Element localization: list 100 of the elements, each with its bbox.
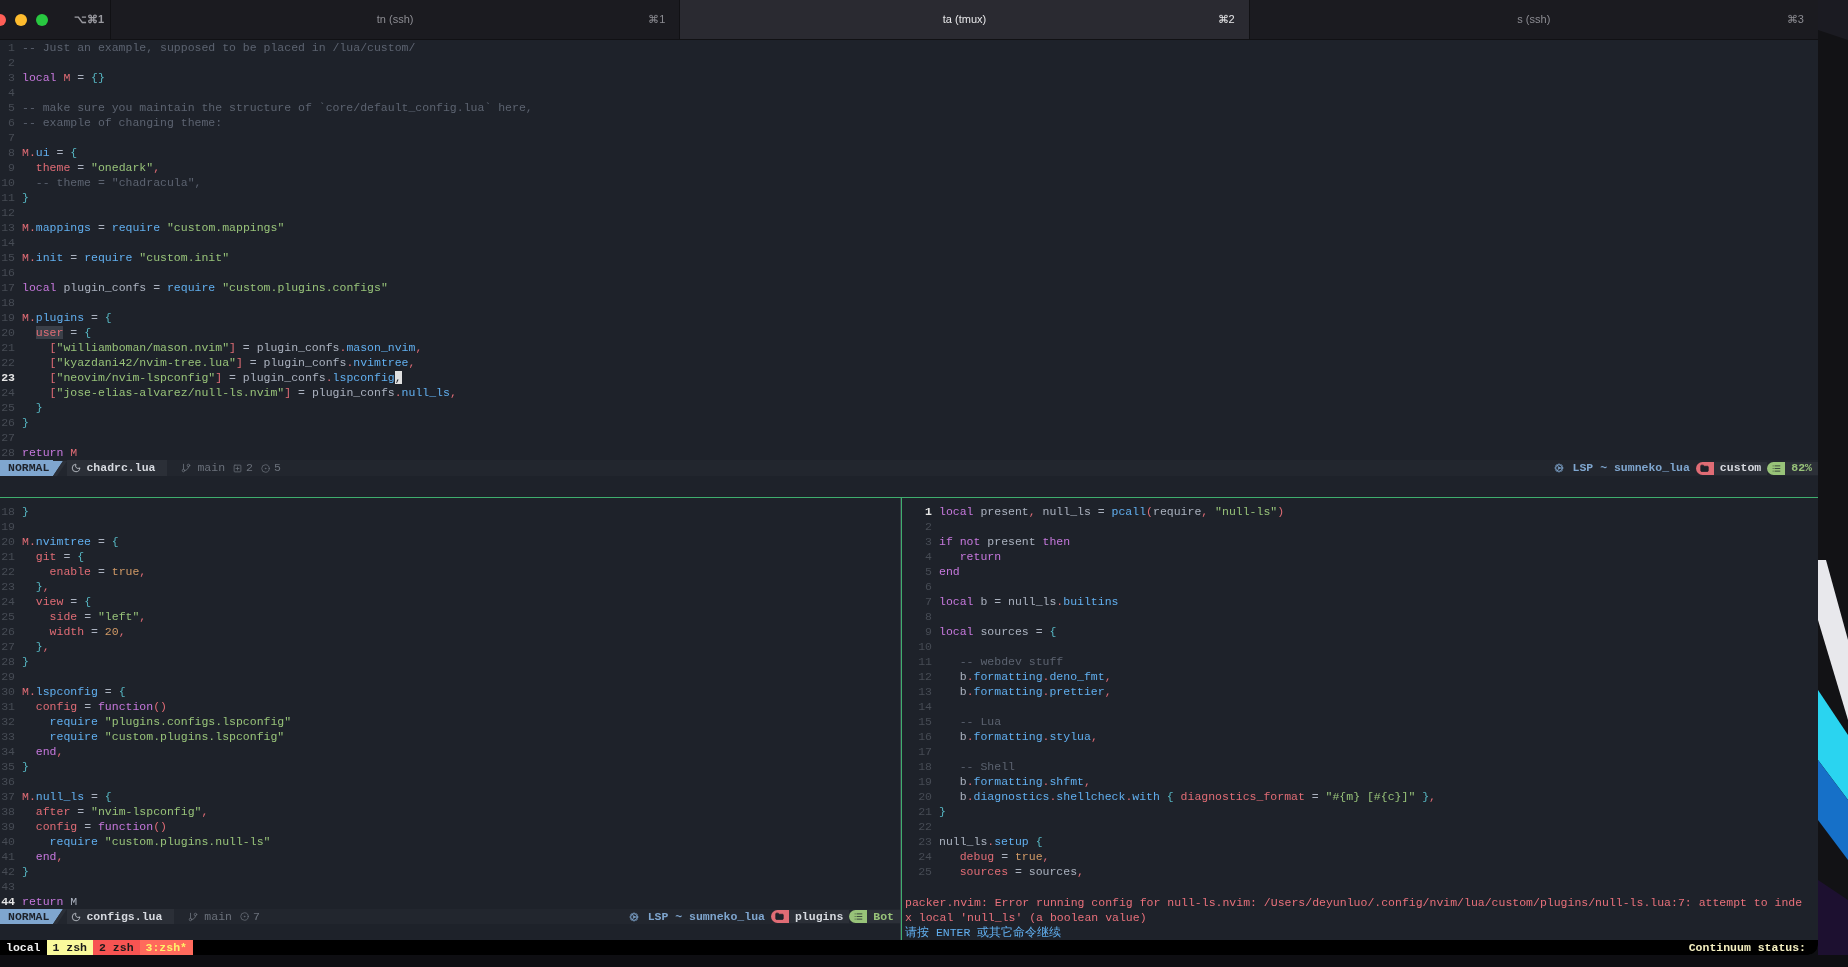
- code-line: M.lspconfig = {: [22, 683, 126, 700]
- code-line: return M: [22, 444, 78, 461]
- code-line: -- example of changing theme:: [22, 114, 223, 131]
- code-line: user = {: [34, 324, 92, 341]
- code-line: }: [22, 758, 29, 775]
- gear-icon: [1553, 463, 1564, 473]
- code-line: theme = "onedark",: [34, 159, 161, 176]
- error-message: packer.nvim: Error running config for null-ls.nvim: /Users/deyunluo/.config/nvim/lua/custom/plugins/null-ls.lua:7: attempt to inde: [904, 895, 1804, 909]
- code-line: -- Lua: [958, 713, 1002, 730]
- code-line: -- theme = "chadracula",: [34, 174, 202, 191]
- code-line: view = {: [34, 593, 92, 610]
- code-line: ["neovim/nvim-lspconfig"] = plugin_confs.lspconfig,: [48, 369, 402, 386]
- code-line: ["kyazdani42/nvim-tree.lua"] = plugin_confs.nvimtree,: [48, 354, 416, 371]
- code-line: b.diagnostics.shellcheck.with { diagnostics_format = "#{m} [#{c}]" },: [958, 788, 1436, 805]
- code-line: M.plugins = {: [22, 309, 112, 326]
- error-message: x local 'null_ls' (a boolean value): [904, 910, 1148, 924]
- code-line: ["williamboman/mason.nvim"] = plugin_confs.mason_nvim,: [48, 339, 423, 356]
- tab-shortcut: ⌘3: [1786, 12, 1805, 28]
- code-line: M.init = require "custom.init": [22, 249, 230, 266]
- code-line: },: [34, 578, 50, 595]
- continuum-status: Continuum status:: [1688, 939, 1807, 955]
- git-branch-icon: [188, 911, 199, 922]
- tab-shortcut: ⌘1: [648, 12, 667, 28]
- code-line: if not present then: [939, 533, 1071, 550]
- code-line: null_ls.setup {: [939, 833, 1043, 850]
- cursor-position: 82%: [1785, 461, 1818, 475]
- gear-icon: [628, 911, 639, 922]
- file-name: configs.lua: [86, 908, 163, 925]
- code-line: local b = null_ls.builtins: [939, 593, 1119, 610]
- tmux-window-tab[interactable]: 2 zsh: [93, 940, 140, 955]
- moon-icon: [71, 911, 82, 922]
- diagnostic-count: 5: [273, 460, 281, 477]
- file-name: chadrc.lua: [86, 460, 156, 477]
- line-number: 44: [0, 893, 15, 910]
- code-line: end: [939, 563, 960, 580]
- tab-title: tn (ssh): [376, 12, 414, 28]
- code-line: debug = true,: [958, 848, 1050, 865]
- moon-icon: [71, 463, 82, 473]
- code-line: }: [22, 653, 29, 670]
- code-line: enable = true,: [48, 563, 147, 580]
- code-line: local sources = {: [939, 623, 1057, 640]
- terminal-tab[interactable]: ta (tmux) ⌘2: [679, 0, 1249, 39]
- code-line: }: [22, 863, 29, 880]
- tab-title: ta (tmux): [942, 12, 987, 28]
- code-line: }: [22, 503, 29, 520]
- code-line: }: [34, 399, 43, 416]
- code-line: }: [22, 414, 29, 431]
- code-line: after = "nvim-lspconfig",: [34, 803, 209, 820]
- code-line: },: [34, 638, 50, 655]
- diagnostic-count: 2: [246, 460, 253, 477]
- directory-name: custom: [1713, 461, 1768, 475]
- line-number: 1: [924, 503, 932, 520]
- code-line: -- Just an example, supposed to be placed in /lua/custom/: [22, 39, 416, 56]
- session-name: local: [5, 939, 42, 955]
- code-line: -- make sure you maintain the structure of `core/default_config.lua` here,: [22, 99, 533, 116]
- code-line: local present, null_ls = pcall(require, "null-ls"): [939, 503, 1285, 520]
- line-number: 23: [0, 369, 15, 386]
- minimize-button[interactable]: [15, 13, 27, 26]
- code-line: b.formatting.prettier,: [958, 683, 1112, 700]
- code-line: require "custom.plugins.lspconfig": [48, 728, 285, 745]
- code-line: return: [958, 548, 1002, 565]
- git-branch-icon: [181, 463, 192, 473]
- directory-name: plugins: [788, 910, 850, 923]
- git-branch: main: [204, 908, 232, 925]
- code-line: -- webdev stuff: [958, 653, 1064, 670]
- code-line: b.formatting.deno_fmt,: [958, 668, 1112, 685]
- code-line: ["jose-elias-alvarez/null-ls.nvim"] = plugin_confs.null_ls,: [48, 384, 457, 401]
- code-line: M.nvimtree = {: [22, 533, 119, 550]
- code-line: -- Shell: [958, 758, 1015, 775]
- code-line: config = function(): [34, 818, 167, 835]
- code-line: require "plugins.configs.lspconfig": [48, 713, 292, 730]
- code-line: M.ui = {: [22, 144, 78, 161]
- code-line: width = 20,: [48, 623, 126, 640]
- code-line: M.null_ls = {: [22, 788, 112, 805]
- git-branch: main: [197, 460, 226, 477]
- code-line: M.mappings = require "custom.mappings": [22, 219, 285, 236]
- cursor-position: Bot: [867, 910, 900, 923]
- maximize-button[interactable]: [36, 13, 48, 26]
- code-line: local plugin_confs = require "custom.plugins.configs": [22, 279, 388, 296]
- code-line: end,: [34, 848, 64, 865]
- code-line: }: [939, 803, 946, 820]
- code-line: config = function(): [34, 698, 167, 715]
- tab-title: s (ssh): [1517, 12, 1551, 28]
- diagnostic-count: 7: [252, 908, 260, 925]
- code-line: b.formatting.stylua,: [958, 728, 1098, 745]
- code-line: require "custom.plugins.null-ls": [48, 833, 271, 850]
- code-line: git = {: [34, 548, 85, 565]
- code-line: }: [22, 189, 29, 206]
- tab-shortcut: ⌘2: [1217, 12, 1236, 28]
- lsp-status: LSP ~ sumneko_lua: [647, 908, 765, 925]
- lsp-status: LSP ~ sumneko_lua: [1572, 460, 1690, 477]
- tmux-window-tab[interactable]: 1 zsh: [46, 940, 94, 955]
- code-line: b.formatting.shfmt,: [958, 773, 1091, 790]
- prompt-message: 请按 ENTER 或其它命令继续: [904, 925, 1063, 939]
- code-line: sources = sources,: [958, 863, 1084, 880]
- window-shortcut: ⌥⌘1: [74, 12, 105, 28]
- code-line: end,: [34, 743, 64, 760]
- code-line: local M = {}: [22, 69, 105, 86]
- code-line: return M: [22, 893, 78, 910]
- code-line: side = "left",: [48, 608, 147, 625]
